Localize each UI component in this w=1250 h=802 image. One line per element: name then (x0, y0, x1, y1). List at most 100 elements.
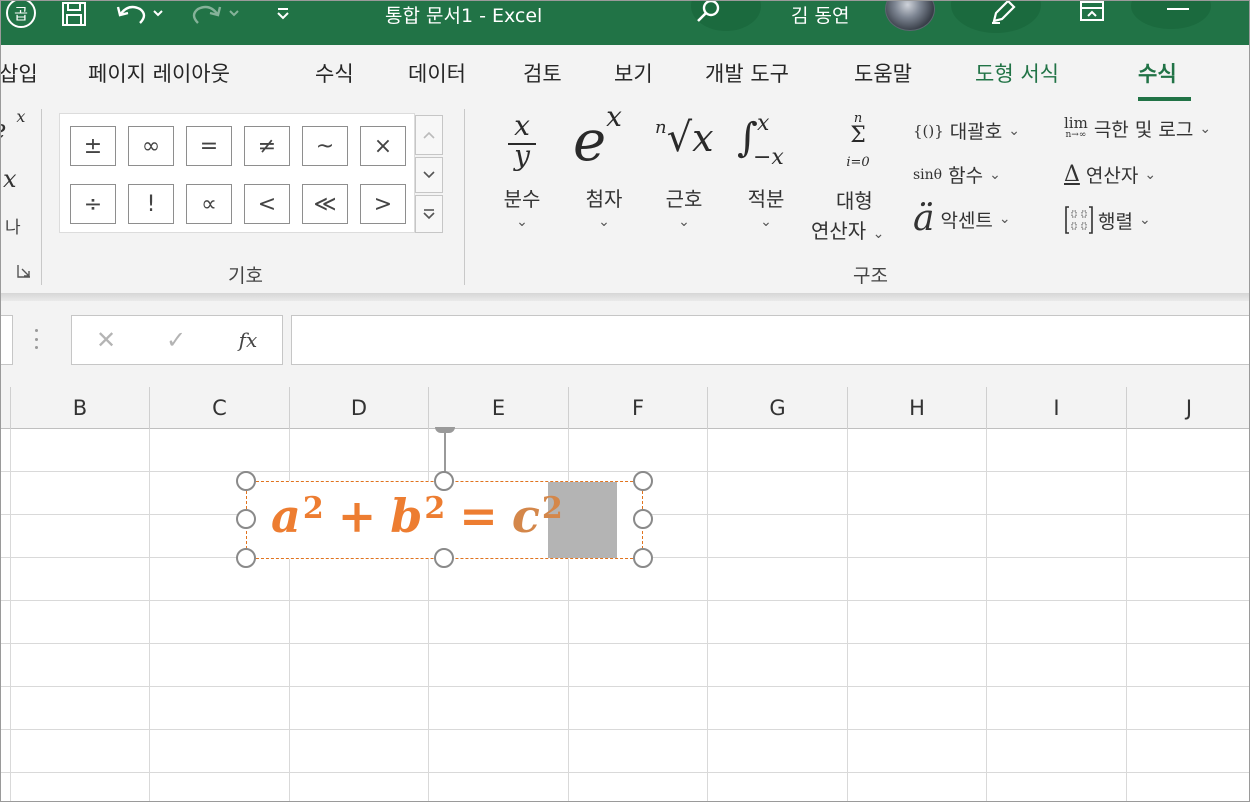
search-icon[interactable] (691, 1, 725, 31)
column-header-c[interactable]: C (150, 387, 290, 429)
search-icon-glyph (697, 1, 720, 22)
symbol-greater-than[interactable]: > (360, 184, 406, 224)
symbol-factorial[interactable]: ! (128, 184, 174, 224)
undo-icon[interactable] (113, 1, 167, 31)
radical-icon: n√x (655, 115, 714, 161)
resize-handle-top-right[interactable] (633, 471, 653, 491)
resize-handle-bottom[interactable] (434, 548, 454, 568)
symbol-much-less[interactable]: ≪ (302, 184, 348, 224)
chevron-down-icon: ⌄ (998, 211, 1011, 227)
tab-developer[interactable]: 개발 도구 (705, 45, 789, 101)
column-header-i[interactable]: I (987, 387, 1127, 429)
customize-toolbar-glyph (277, 8, 289, 20)
resize-handle-top-left[interactable] (236, 471, 256, 491)
touch-mode-icon[interactable]: 곱 (3, 1, 39, 31)
tab-formulas[interactable]: 수식 (315, 45, 354, 101)
chevron-down-icon: ⌄ (1008, 122, 1020, 139)
symbol-divide[interactable]: ÷ (70, 184, 116, 224)
structures-group-label: 구조 (853, 265, 888, 287)
column-header-b[interactable]: B (11, 387, 150, 429)
column-header-partial[interactable] (1, 387, 11, 429)
chevron-down-icon: ⌄ (989, 166, 1001, 183)
tab-equation[interactable]: 수식 (1138, 45, 1177, 101)
chevron-down-icon (423, 171, 435, 179)
ribbon-tabs: 삽입 페이지 레이아웃 수식 데이터 검토 보기 개발 도구 도움말 도형 서식… (1, 45, 1249, 101)
bracket-icon: {()} (913, 121, 944, 140)
symbol-infinity[interactable]: ∞ (128, 126, 174, 166)
fraction-icon: x y (506, 109, 538, 175)
tab-page-layout[interactable]: 페이지 레이아웃 (88, 45, 230, 101)
operator-icon: Δ (1064, 162, 1080, 187)
avatar[interactable] (885, 1, 935, 31)
gallery-scroll-down[interactable] (415, 157, 443, 193)
large-operator-label-1: 대형 (836, 189, 873, 213)
cancel-icon[interactable]: ✕ (86, 316, 126, 364)
operator-button[interactable]: Δ 연산자 ⌄ (1064, 161, 1156, 188)
group-separator (41, 109, 42, 285)
column-header-f[interactable]: F (569, 387, 708, 429)
symbol-tilde[interactable]: ~ (302, 126, 348, 166)
bracket-label: 대괄호 (949, 121, 1003, 143)
resize-handle-left[interactable] (236, 509, 256, 529)
symbol-gallery: ± ∞ = ≠ ~ × ÷ ! ∝ < ≪ > (59, 113, 415, 233)
tab-data[interactable]: 데이터 (408, 45, 466, 101)
resize-handle-right[interactable] (633, 509, 653, 529)
name-box[interactable] (1, 315, 13, 365)
matrix-button[interactable]: 행렬 ⌄ (1064, 205, 1151, 235)
resize-handle-bottom-left[interactable] (236, 548, 256, 568)
matrix-icon (1065, 206, 1093, 234)
dialog-launcher-icon[interactable] (17, 263, 31, 278)
column-header-h[interactable]: H (848, 387, 987, 429)
symbol-equals[interactable]: = (186, 126, 232, 166)
tab-insert[interactable]: 삽입 (1, 45, 38, 101)
ink-partial-icon[interactable]: x (3, 165, 17, 193)
tab-view[interactable]: 보기 (614, 45, 653, 101)
pen-icon[interactable] (983, 1, 1023, 31)
resize-handle-bottom-right[interactable] (633, 548, 653, 568)
equation-exp-c: 2 (541, 491, 563, 526)
resize-handle-top[interactable] (434, 471, 454, 491)
redo-icon[interactable] (187, 1, 243, 31)
symbol-proportional[interactable]: ∝ (186, 184, 232, 224)
save-icon[interactable] (57, 1, 91, 31)
minimize-icon[interactable] (1165, 1, 1191, 31)
tab-shape-format[interactable]: 도형 서식 (975, 45, 1059, 101)
chevron-down-icon: ⌄ (1199, 120, 1212, 137)
symbol-less-than[interactable]: < (244, 184, 290, 224)
chevron-down-icon: ⌄ (872, 226, 885, 242)
column-headers: B C D E F G H I J (1, 387, 1249, 429)
equation-exp-b: 2 (424, 491, 446, 526)
ribbon-display-icon[interactable] (1075, 1, 1109, 31)
user-name: 김 동연 (791, 4, 850, 27)
ink-equation-icon[interactable]: ex (1, 107, 25, 145)
tab-help[interactable]: 도움말 (854, 45, 912, 101)
column-header-e[interactable]: E (429, 387, 569, 429)
symbol-times[interactable]: × (360, 126, 406, 166)
gallery-scroll-up[interactable] (415, 115, 443, 155)
symbol-plus-minus[interactable]: ± (70, 126, 116, 166)
window-title: 통합 문서1 - Excel (385, 4, 543, 27)
chevron-down-icon: ⌄ (516, 214, 528, 230)
script-label: 첨자 (585, 187, 623, 211)
function-button[interactable]: sinθ 함수 ⌄ (913, 161, 1001, 188)
minimize-bar (1167, 8, 1189, 10)
chevron-down-icon: ⌄ (598, 214, 610, 230)
integral-label: 적분 (747, 187, 785, 211)
equation-text[interactable]: a2 + b2 = c2 (271, 489, 563, 549)
column-header-d[interactable]: D (290, 387, 429, 429)
chevron-down-icon: ⌄ (678, 214, 690, 230)
accent-button[interactable]: ä 악센트 ⌄ (913, 201, 1011, 237)
insert-function-icon[interactable]: fx (226, 316, 270, 364)
column-header-g[interactable]: G (708, 387, 848, 429)
column-header-j[interactable]: J (1127, 387, 1249, 429)
enter-icon[interactable]: ✓ (156, 316, 196, 364)
symbol-not-equal[interactable]: ≠ (244, 126, 290, 166)
formula-bar-splitter-icon[interactable] (35, 329, 39, 349)
bracket-button[interactable]: {()} 대괄호 ⌄ (913, 117, 1020, 144)
gallery-more[interactable] (415, 195, 443, 233)
customize-toolbar-icon[interactable] (271, 1, 295, 31)
limit-log-button[interactable]: lim n→∞ 극한 및 로그 ⌄ (1064, 115, 1211, 142)
formula-input[interactable] (291, 315, 1249, 365)
function-label: 함수 (948, 165, 984, 187)
tab-review[interactable]: 검토 (523, 45, 562, 101)
